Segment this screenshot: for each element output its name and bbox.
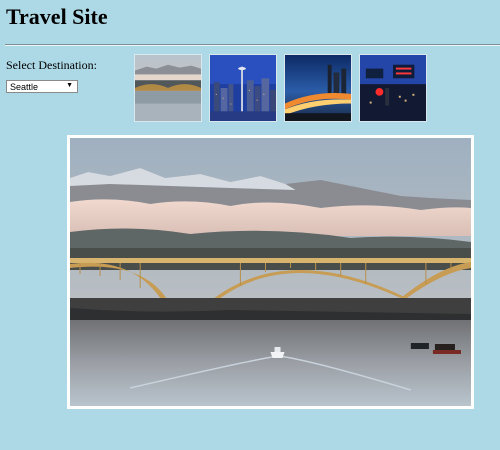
bridge-photo-image: [70, 138, 471, 406]
bridge-thumbnail-image: [135, 55, 201, 121]
thumbnail-seattle-freeway-dusk[interactable]: [284, 54, 352, 122]
main-destination-photo: [67, 135, 474, 409]
market-sign-thumbnail-image: [360, 55, 426, 121]
destination-select-value: Seattle: [10, 82, 39, 92]
thumbnail-pike-place-market-sign[interactable]: [359, 54, 427, 122]
thumbnail-seattle-bridge[interactable]: [134, 54, 202, 122]
header-divider: [5, 44, 500, 46]
destination-label: Select Destination:: [6, 58, 97, 72]
thumbnail-seattle-skyline-night[interactable]: [209, 54, 277, 122]
freeway-thumbnail-image: [285, 55, 351, 121]
site-title: Travel Site: [6, 4, 108, 29]
skyline-thumbnail-image: [210, 55, 276, 121]
dropdown-arrow-icon: ▼: [66, 82, 73, 89]
destination-select[interactable]: Seattle ▼: [6, 80, 78, 93]
